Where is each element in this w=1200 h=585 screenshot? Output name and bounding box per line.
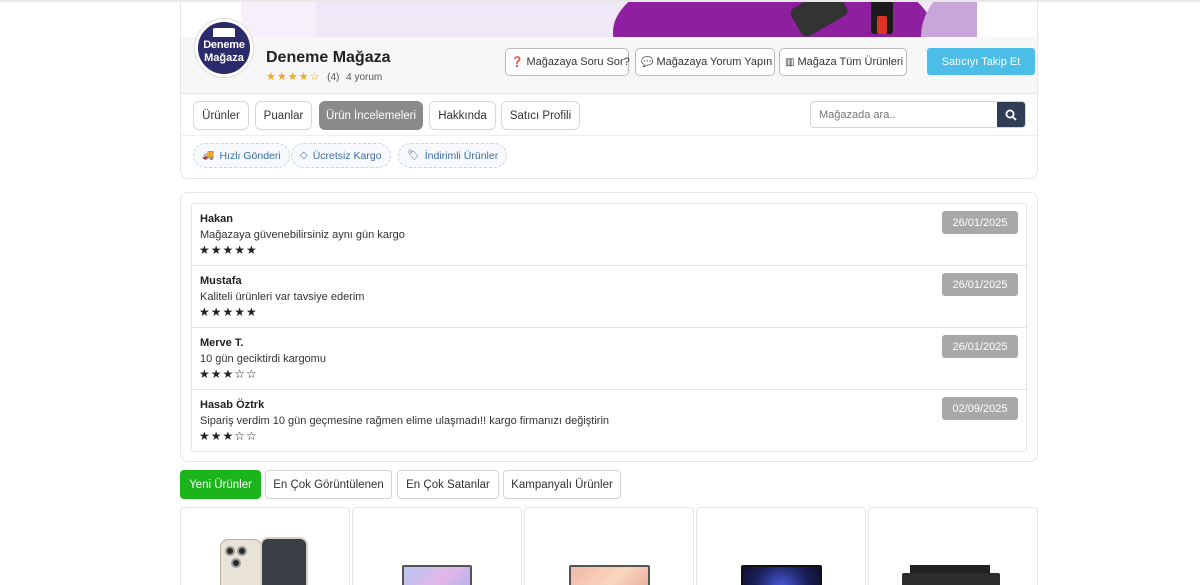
barcode-icon: ▥	[785, 56, 795, 68]
chip-hizli-gonderi[interactable]: 🚚 Hızlı Gönderi	[193, 143, 290, 168]
all-products-button[interactable]: ▥ Mağaza Tüm Ürünleri	[779, 48, 907, 76]
review-date: 02/09/2025	[942, 397, 1018, 420]
store-search-input[interactable]	[811, 102, 998, 127]
follow-seller-button[interactable]: Satıcıyı Takip Et	[927, 48, 1035, 75]
truck-icon: 🚚	[202, 150, 215, 161]
reviewer-name: Hakan	[200, 213, 234, 225]
review-date: 26/01/2025	[942, 335, 1018, 358]
search-button[interactable]	[997, 102, 1025, 127]
tab-en-cok-satanlar[interactable]: En Çok Satanlar	[397, 470, 499, 499]
product-image	[741, 565, 822, 585]
review-item: Hakan Mağazaya güvenebilirsiniz aynı gün…	[192, 204, 1026, 266]
reviewer-name: Hasab Öztrk	[200, 399, 265, 411]
product-image	[569, 565, 650, 585]
store-banner	[241, 2, 977, 37]
review-date: 26/01/2025	[942, 211, 1018, 234]
product-card[interactable]	[868, 507, 1038, 585]
store-logo[interactable]: Deneme Mağaza	[195, 19, 253, 77]
chip-indirimli-urunler[interactable]: 🏷 İndirimli Ürünler	[398, 143, 508, 168]
review-text: Sipariş verdim 10 gün geçmesine rağmen e…	[200, 415, 610, 427]
review-item: Mustafa Kaliteli ürünleri var tavsiye ed…	[192, 266, 1026, 328]
store-search	[810, 101, 1026, 128]
tab-yeni-urunler[interactable]: Yeni Ürünler	[180, 470, 261, 499]
store-tabs: Ürünler Puanlar Ürün İncelemeleri Hakkın…	[181, 94, 1037, 136]
diamond-icon: ◇	[300, 150, 308, 161]
comment-icon: 💬	[641, 56, 654, 68]
shop-icon	[213, 28, 235, 37]
product-image	[402, 565, 472, 585]
reviews-list: Hakan Mağazaya güvenebilirsiniz aynı gün…	[191, 203, 1027, 452]
review-item: Hasab Öztrk Sipariş verdim 10 gün geçmes…	[192, 390, 1026, 451]
product-image	[902, 565, 1002, 585]
review-stars: ★★★★★	[199, 243, 258, 257]
rating-stars: ★★★★☆	[266, 71, 321, 83]
tab-en-cok-goruntulenen[interactable]: En Çok Görüntülenen	[265, 470, 392, 499]
reviewer-name: Merve T.	[200, 337, 244, 349]
review-text: Kaliteli ürünleri var tavsiye ederim	[200, 291, 365, 303]
tab-puanlar[interactable]: Puanlar	[255, 101, 312, 130]
review-stars: ★★★☆☆	[199, 367, 258, 381]
tab-satici-profili[interactable]: Satıcı Profili	[501, 101, 580, 130]
tab-hakkinda[interactable]: Hakkında	[429, 101, 496, 130]
product-image	[220, 537, 310, 585]
ask-question-button[interactable]: ❓ Mağazaya Soru Sor?	[505, 48, 630, 76]
tab-kampanyali-urunler[interactable]: Kampanyalı Ürünler	[503, 470, 621, 499]
review-stars: ★★★★★	[199, 305, 258, 319]
review-date: 26/01/2025	[942, 273, 1018, 296]
search-icon	[1005, 109, 1017, 121]
review-stars: ★★★☆☆	[199, 429, 258, 443]
feature-chips: 🚚 Hızlı Gönderi ◇ Ücretsiz Kargo 🏷 İndir…	[181, 139, 1037, 177]
store-card: Deneme Mağaza Deneme Mağaza ★★★★☆ (4) 4 …	[180, 2, 1038, 179]
write-comment-button[interactable]: 💬 Mağazaya Yorum Yapın	[635, 48, 775, 76]
reviewer-name: Mustafa	[200, 275, 242, 287]
rating-count: (4)	[327, 72, 340, 83]
store-header: Deneme Mağaza Deneme Mağaza ★★★★☆ (4) 4 …	[181, 19, 1037, 94]
product-card[interactable]	[524, 507, 694, 585]
reviews-card: Hakan Mağazaya güvenebilirsiniz aynı gün…	[180, 192, 1038, 462]
chip-ucretsiz-kargo[interactable]: ◇ Ücretsiz Kargo	[291, 143, 391, 168]
review-text: Mağazaya güvenebilirsiniz aynı gün kargo	[200, 229, 405, 241]
product-card[interactable]	[180, 507, 350, 585]
store-rating: ★★★★☆ (4) 4 yorum	[266, 70, 382, 83]
review-count: 4 yorum	[346, 72, 383, 83]
tab-urun-incelemeleri[interactable]: Ürün İncelemeleri	[319, 101, 423, 130]
review-text: 10 gün geciktirdi kargomu	[200, 353, 326, 365]
store-name: Deneme Mağaza	[266, 49, 391, 66]
product-card[interactable]	[696, 507, 866, 585]
tab-urunler[interactable]: Ürünler	[193, 101, 249, 130]
product-card[interactable]	[352, 507, 522, 585]
review-item: Merve T. 10 gün geciktirdi kargomu ★★★☆☆…	[192, 328, 1026, 390]
question-circle-icon: ❓	[511, 56, 524, 68]
tag-icon: 🏷	[407, 150, 420, 161]
